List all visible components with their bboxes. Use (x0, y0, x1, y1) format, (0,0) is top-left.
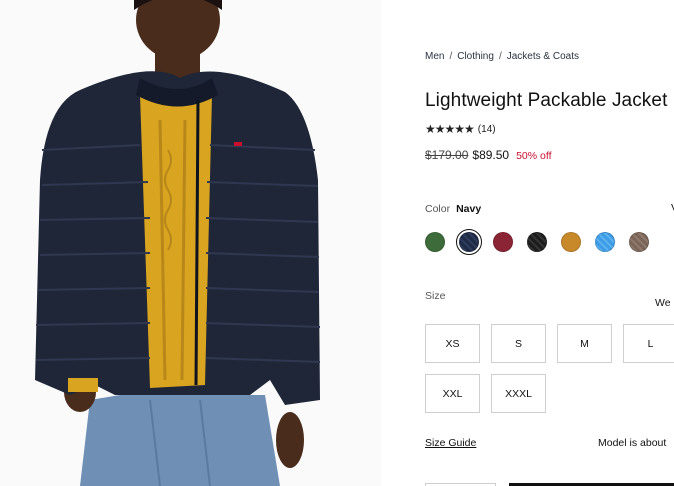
size-guide-link[interactable]: Size Guide (425, 437, 476, 449)
size-option-xxxl[interactable]: XXXL (491, 374, 546, 413)
breadcrumb: Men / Clothing / Jackets & Coats (425, 51, 579, 62)
size-option-l[interactable]: L (623, 324, 674, 363)
color-selection-label: Color Navy (425, 203, 481, 215)
size-option-xxl[interactable]: XXL (425, 374, 480, 413)
sale-price: $89.50 (472, 148, 510, 162)
black-swatch[interactable] (527, 232, 547, 252)
color-swatches (425, 229, 649, 255)
blue-swatch[interactable] (595, 232, 615, 252)
star-rating-icon: ★★★★★ (425, 122, 475, 136)
breadcrumb-jackets-coats[interactable]: Jackets & Coats (507, 51, 579, 62)
product-image[interactable] (0, 0, 381, 486)
breadcrumb-men[interactable]: Men (425, 51, 444, 62)
color-label: Color (425, 203, 451, 215)
size-option-xs[interactable]: XS (425, 324, 480, 363)
product-info-panel: Men / Clothing / Jackets & Coats Lightweight… (381, 0, 674, 486)
review-count: (14) (477, 123, 496, 135)
size-fit-link[interactable]: We (655, 297, 671, 309)
selected-color: Navy (456, 203, 482, 215)
green-swatch[interactable] (425, 232, 445, 252)
mustard-swatch[interactable] (561, 232, 581, 252)
size-option-s[interactable]: S (491, 324, 546, 363)
original-price: $179.00 (425, 148, 469, 162)
discount-badge: 50% off (516, 150, 552, 162)
size-label: Size (425, 290, 446, 302)
breadcrumb-clothing[interactable]: Clothing (457, 51, 494, 62)
navy-swatch[interactable] (456, 229, 482, 255)
breadcrumb-separator: / (449, 51, 453, 62)
burgundy-swatch[interactable] (493, 232, 513, 252)
rating-summary[interactable]: ★★★★★ (14) (425, 122, 496, 136)
size-option-m[interactable]: M (557, 324, 612, 363)
model-info: Model is about (598, 437, 667, 449)
breadcrumb-separator: / (498, 51, 502, 62)
price-block: $179.00 $89.50 50% off (425, 148, 552, 162)
product-title: Lightweight Packable Jacket (425, 90, 668, 111)
model-photo-illustration (0, 0, 381, 486)
brown-swatch[interactable] (629, 232, 649, 252)
